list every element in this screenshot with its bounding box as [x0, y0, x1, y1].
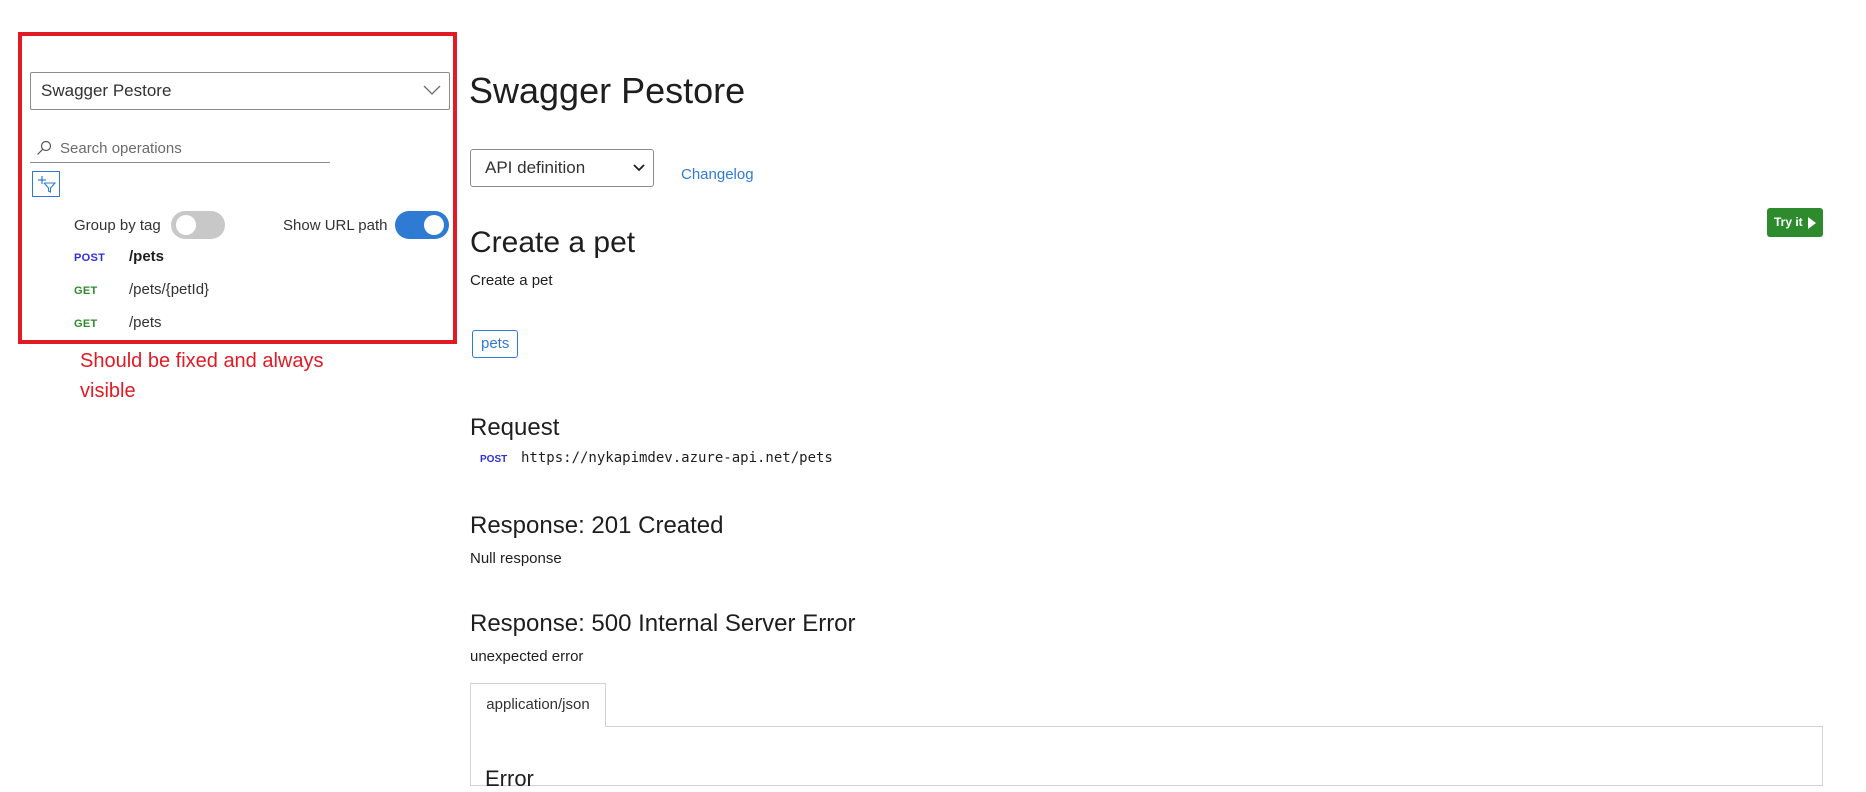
- operation-path: /pets: [129, 314, 162, 331]
- annotation-note: Should be fixed and always visible: [80, 350, 324, 402]
- show-url-path-toggle[interactable]: [395, 211, 449, 239]
- toggle-knob: [176, 215, 196, 235]
- method-badge: GET: [74, 318, 98, 330]
- api-definition-select[interactable]: API definition: [470, 149, 654, 187]
- operation-item[interactable]: GET /pets: [74, 310, 434, 340]
- request-url: https://nykapimdev.azure-api.net/pets: [521, 450, 833, 466]
- response-heading: Response: 201 Created: [470, 512, 724, 539]
- try-it-label: Try it: [1774, 215, 1803, 229]
- operation-description: Create a pet: [470, 272, 553, 289]
- changelog-link[interactable]: Changelog: [681, 166, 754, 183]
- method-badge: GET: [74, 285, 98, 297]
- tag-badge[interactable]: pets: [472, 330, 519, 358]
- tab-panel: [470, 726, 1823, 786]
- response-description: unexpected error: [470, 648, 584, 665]
- search-box: [30, 134, 330, 163]
- response-heading: Response: 500 Internal Server Error: [470, 610, 856, 637]
- play-icon: [1808, 217, 1816, 229]
- request-method: POST: [480, 454, 508, 465]
- toggle-knob: [424, 215, 444, 235]
- try-it-button[interactable]: Try it: [1767, 208, 1823, 237]
- api-select[interactable]: Swagger Pestore: [30, 72, 450, 110]
- operation-item[interactable]: POST /pets: [74, 244, 434, 274]
- operation-path: /pets/{petId}: [129, 281, 210, 298]
- group-by-tag-label: Group by tag: [74, 217, 161, 234]
- add-filter-button[interactable]: [32, 171, 60, 197]
- filter-icon: [38, 176, 56, 193]
- tab-application-json[interactable]: application/json: [470, 683, 606, 727]
- api-select-value: Swagger Pestore: [41, 81, 172, 100]
- show-url-path-label: Show URL path: [283, 217, 388, 234]
- request-heading: Request: [470, 414, 560, 441]
- response-description: Null response: [470, 550, 562, 567]
- panel-heading: Error: [485, 766, 534, 791]
- api-definition-value: API definition: [485, 158, 586, 177]
- search-input[interactable]: [58, 136, 322, 160]
- operation-item[interactable]: GET /pets/{petId}: [74, 277, 434, 307]
- operation-path: /pets: [129, 248, 165, 265]
- operation-title: Create a pet: [470, 226, 636, 259]
- group-by-tag-toggle[interactable]: [171, 211, 225, 239]
- chevron-down-icon: [633, 164, 645, 172]
- page-title: Swagger Pestore: [469, 70, 746, 111]
- chevron-down-icon: [423, 85, 441, 95]
- search-icon: [37, 140, 52, 155]
- method-badge: POST: [74, 252, 106, 264]
